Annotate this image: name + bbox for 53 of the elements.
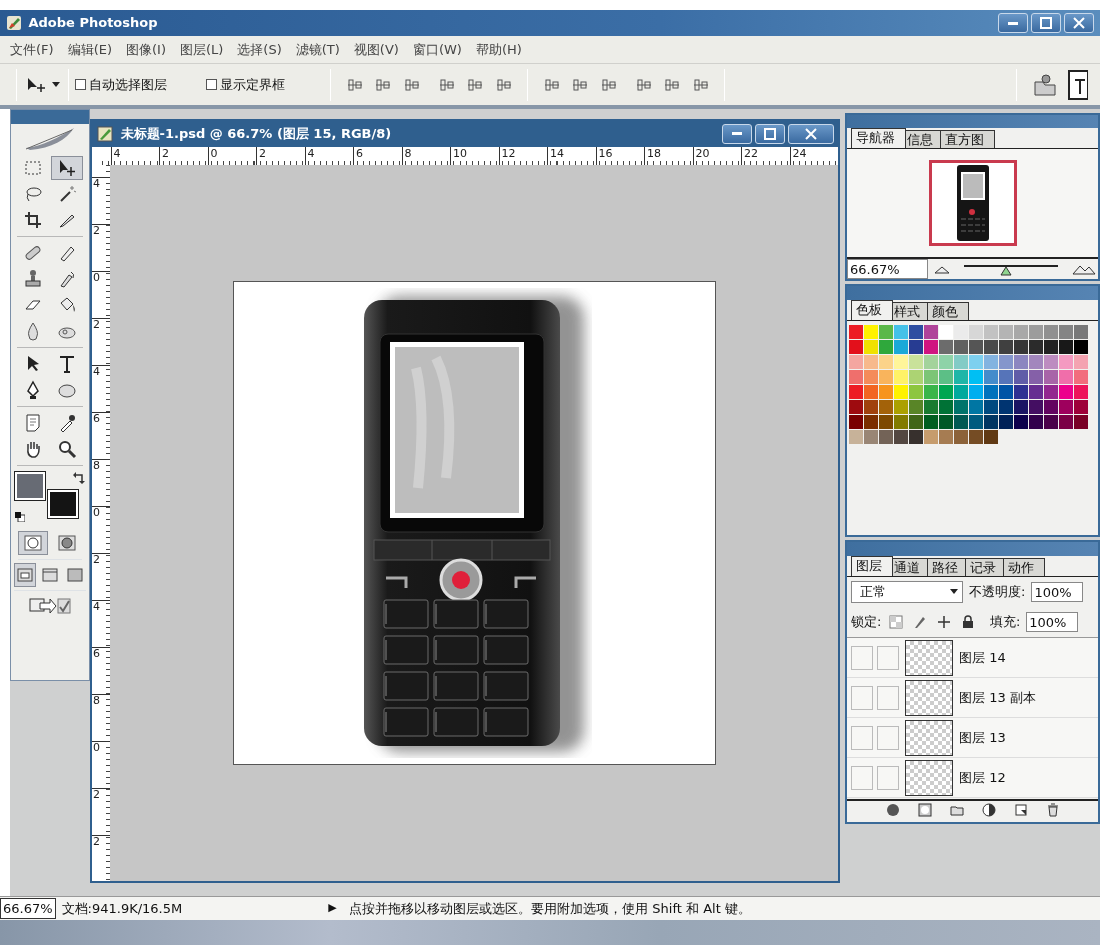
ruler-label: 24 [789, 146, 838, 165]
ruler-label: 2 [256, 146, 305, 165]
ruler-label: 20 [692, 146, 741, 165]
ruler-label: 2 [159, 146, 208, 165]
menu-item[interactable]: 文件(F) [10, 39, 54, 60]
blend-mode-dropdown[interactable]: 正常 [851, 581, 963, 603]
menu-item[interactable]: 窗口(W) [412, 39, 462, 60]
layer-row[interactable]: 图层 13 副本 [847, 678, 1098, 718]
ruler-label: 14 [547, 146, 596, 165]
layer-name: 图层 13 副本 [959, 688, 1036, 707]
layer-row[interactable]: 图层 12 [847, 758, 1098, 798]
ruler-label: 4 [304, 146, 353, 165]
document-size: 文档:941.9K/16.5M [61, 899, 183, 918]
window-title: Adobe Photoshop [28, 14, 158, 33]
menu-item[interactable]: 视图(V) [353, 39, 399, 60]
opacity-label: 不透明度: [969, 583, 1026, 602]
lock-label: 锁定: [851, 613, 882, 632]
layer-name: 图层 13 [959, 728, 1006, 747]
checkbox-option[interactable]: 显示定界框 [206, 74, 286, 95]
layer-name: 图层 12 [959, 768, 1006, 787]
menu-item[interactable]: 帮助(H) [475, 39, 522, 60]
panel-tab[interactable]: 图层 [851, 556, 893, 576]
ruler-label: 22 [741, 146, 790, 165]
ruler-label: 8 [401, 146, 450, 165]
zoom-level[interactable]: 66.67% [0, 897, 56, 920]
fill-label: 填充: [989, 613, 1021, 632]
zoom-field[interactable]: 66.67% [847, 259, 929, 279]
checkbox-option[interactable]: 自动选择图层 [75, 74, 168, 95]
fill-field[interactable]: 100% [1026, 612, 1079, 632]
ruler-label: 6 [353, 146, 402, 165]
panel-tab[interactable]: 动作 [1003, 558, 1045, 576]
status-arrow[interactable]: ▶ [328, 900, 337, 917]
document-title: 未标题-1.psd @ 66.7% (图层 15, RGB/8) [120, 125, 392, 144]
ruler-label: 10 [450, 146, 499, 165]
layer-row[interactable]: 图层 14 [847, 638, 1098, 678]
menu-item[interactable]: 图像(I) [126, 39, 166, 60]
opacity-field[interactable]: 100% [1031, 582, 1084, 602]
panel-tab[interactable]: 导航器 [851, 127, 906, 148]
menu-item[interactable]: 滤镜(T) [295, 39, 340, 60]
menu-item[interactable]: 编辑(E) [67, 39, 112, 60]
ruler-label: 12 [498, 146, 547, 165]
menu-item[interactable]: 选择(S) [237, 39, 282, 60]
panel-tab[interactable]: 色板 [851, 300, 893, 320]
ruler-label: 0 [207, 146, 256, 165]
layer-name: 图层 14 [959, 648, 1006, 667]
menu-item[interactable]: 图层(L) [179, 39, 224, 60]
layer-row[interactable]: 图层 13 [847, 718, 1098, 758]
ruler-label: 4 [110, 146, 159, 165]
panel-tab[interactable]: 直方图 [940, 129, 995, 148]
status-hint: 点按并拖移以移动图层或选区。要用附加选项，使用 Shift 和 Alt 键。 [349, 899, 751, 918]
panel-tab[interactable]: 颜色 [927, 302, 969, 320]
ruler-label: 16 [595, 146, 644, 165]
ruler-label: 18 [644, 146, 693, 165]
